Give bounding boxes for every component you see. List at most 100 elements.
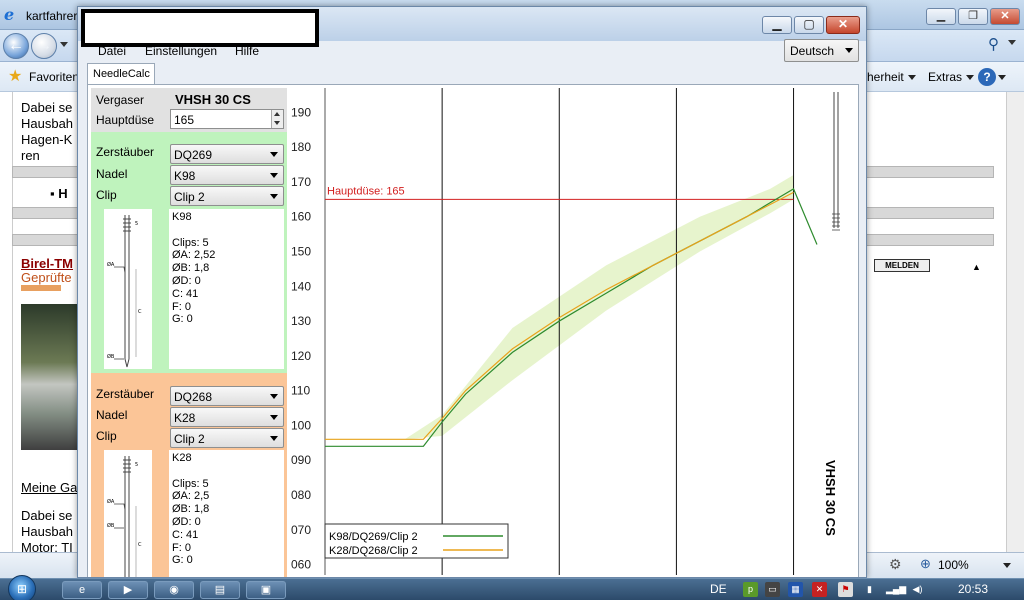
tab-needlecalc[interactable]: NeedleCalc: [87, 63, 155, 85]
hauptduese-value: 165: [174, 113, 195, 127]
clock[interactable]: 20:53: [958, 582, 988, 596]
kart-photo: [21, 304, 77, 450]
setup-1-needle-label-a: ØA: [107, 261, 115, 268]
app-close-button[interactable]: ✕: [826, 16, 860, 34]
needlecalc-window: ▁ ▢ ✕ Datei Einstellungen Hilfe Deutsch …: [77, 6, 867, 578]
setup-2-zerstaeuber-select[interactable]: DQ268: [170, 386, 284, 406]
setup-1-info-line: ØA: 2,52: [172, 249, 216, 262]
y-tick-label: 160: [291, 210, 311, 224]
hauptduese-stepper[interactable]: 165: [170, 109, 284, 129]
tray-battery-icon[interactable]: ▮: [862, 582, 877, 597]
setup-1-info-line: ØD: 0: [172, 274, 201, 287]
start-button[interactable]: ⊞: [8, 575, 36, 600]
tray-signal-icon[interactable]: ▂▄▆: [886, 582, 906, 597]
setup-2-nadel-select[interactable]: K28: [170, 407, 284, 427]
y-tick-label: 060: [291, 558, 311, 572]
search-dropdown-icon[interactable]: [1008, 40, 1016, 45]
help-dropdown-icon[interactable]: [998, 75, 1006, 80]
chevron-down-icon: [270, 415, 278, 420]
setup-2-info-line: ØD: 0: [172, 515, 201, 528]
setup-2-info-line: F: 0: [172, 541, 191, 554]
setup-1-nadel-label: Nadel: [96, 167, 128, 181]
melden-button[interactable]: MELDEN: [874, 259, 930, 272]
setup-1-info-line: K98: [172, 211, 192, 223]
chevron-down-icon: [270, 194, 278, 199]
taskbar-app-icon[interactable]: ▣: [246, 581, 286, 599]
favorites-button[interactable]: Favoriten: [29, 70, 79, 84]
legend-entry-label: K28/DQ268/Clip 2: [329, 545, 418, 557]
setup-1-nadel-select[interactable]: K98: [170, 165, 284, 185]
browser-maximize-button[interactable]: ❐: [958, 8, 988, 25]
setup-2-needle-info: K28 Clips: 5 ØA: 2,5 ØB: 1,8 ØD: 0 C: 41…: [169, 450, 284, 577]
security-menu[interactable]: herheit: [867, 70, 916, 84]
extras-menu[interactable]: Extras: [928, 70, 975, 84]
zoom-dropdown-icon[interactable]: [1003, 563, 1011, 568]
tray-antivirus-icon[interactable]: ✕: [812, 582, 827, 597]
setup-1-needle-label-b: ØB: [107, 353, 115, 360]
y-tick-label: 110: [291, 384, 310, 398]
setup-2-clip-label: Clip: [96, 429, 117, 443]
tray-flag-icon[interactable]: ⚑: [838, 582, 853, 597]
browser-minimize-button[interactable]: ▁: [926, 8, 956, 25]
menu-einstellungen[interactable]: Einstellungen: [145, 44, 217, 58]
stepper-up-icon[interactable]: [274, 112, 280, 116]
y-tick-label: 140: [291, 279, 311, 293]
app-maximize-button[interactable]: ▢: [794, 16, 824, 34]
rating-stars: [21, 285, 61, 291]
setup-1-needle-label-c: C: [138, 309, 142, 315]
setup-1-info-line: C: 41: [172, 287, 199, 300]
web-footer-link[interactable]: Meine Ga: [21, 480, 77, 496]
setup-1-zerstaeuber-label: Zerstäuber: [96, 145, 155, 159]
vergaser-value: VHSH 30 CS: [175, 92, 251, 107]
zoom-icon[interactable]: ⊕: [920, 556, 931, 572]
taskbar-ie-icon[interactable]: e: [62, 581, 102, 599]
back-button[interactable]: ←: [3, 33, 29, 59]
favorites-star-icon[interactable]: ★: [8, 66, 22, 86]
web-nav-link[interactable]: ▪ H: [50, 186, 68, 202]
language-select[interactable]: Deutsch: [784, 39, 859, 62]
taskbar-chrome-icon[interactable]: ◉: [154, 581, 194, 599]
setup-1-clip-label: Clip: [96, 188, 117, 202]
setup-2-nadel-label: Nadel: [96, 408, 128, 422]
taskbar-explorer-icon[interactable]: ▤: [200, 581, 240, 599]
setup-2-info-line: [172, 465, 281, 478]
help-icon[interactable]: ?: [978, 68, 996, 86]
input-language[interactable]: DE: [710, 582, 727, 596]
setup-1-clip-select[interactable]: Clip 2: [170, 186, 284, 206]
tray-display-icon[interactable]: ▭: [765, 582, 780, 597]
y-tick-label: 170: [291, 175, 311, 189]
setup-1-clip-value: Clip 2: [174, 190, 205, 204]
setup-1-zerstaeuber-select[interactable]: DQ269: [170, 144, 284, 164]
tray-volume-icon[interactable]: ◀): [910, 582, 925, 597]
setup-2-info-line: G: 0: [172, 554, 193, 567]
tray-p-icon[interactable]: p: [743, 582, 758, 597]
setup-1-info-line: F: 0: [172, 300, 191, 313]
app-minimize-button[interactable]: ▁: [762, 16, 792, 34]
protected-mode-icon[interactable]: ⚙: [889, 556, 902, 573]
browser-title: kartfahrer: [26, 9, 78, 23]
stepper-buttons[interactable]: [271, 110, 283, 128]
setup-2-info-line: C: 41: [172, 528, 199, 541]
stepper-down-icon[interactable]: [274, 121, 280, 125]
forward-button[interactable]: →: [31, 33, 57, 59]
tray-network-icon[interactable]: ▦: [788, 582, 803, 597]
taskbar-media-icon[interactable]: ▶: [108, 581, 148, 599]
menu-hilfe[interactable]: Hilfe: [235, 44, 259, 58]
search-icon[interactable]: ⚲: [988, 35, 999, 53]
setup-1-needle-diagram: 5 ØA ØB C: [104, 209, 152, 369]
setup-1-info-line: ØB: 1,8: [172, 262, 210, 275]
browser-close-button[interactable]: ✕: [990, 8, 1020, 25]
browser-scrollbar[interactable]: [1006, 92, 1024, 552]
setup-2-needle-diagram: 5 ØA ØB C: [104, 450, 152, 577]
setup-2-clip-select[interactable]: Clip 2: [170, 428, 284, 448]
web-paragraph-1: Dabei se Hausbah Hagen-K ren: [21, 100, 74, 163]
zoom-level[interactable]: 100%: [938, 558, 969, 572]
menu-datei[interactable]: Datei: [98, 44, 126, 58]
setup-2-needle-label-b: ØB: [107, 522, 115, 529]
expand-icon[interactable]: ▲: [972, 262, 981, 272]
chevron-down-icon: [845, 48, 853, 53]
setup-2-needle-label-c: C: [138, 542, 142, 548]
y-tick-label: 190: [291, 105, 311, 119]
history-dropdown-icon[interactable]: [60, 42, 68, 47]
chevron-down-icon: [270, 394, 278, 399]
